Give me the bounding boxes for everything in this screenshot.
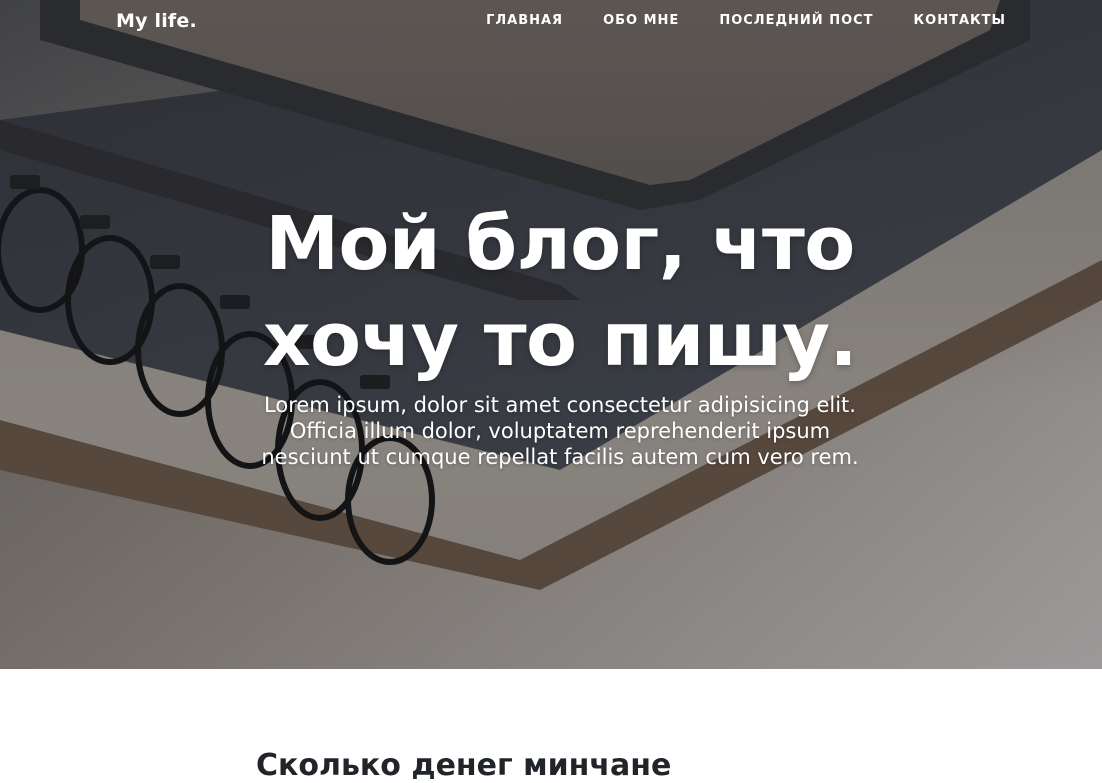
hero-subtitle-line-3: nesciunt ut cumque repellat facilis aute… [261,445,859,469]
top-navbar: My life. ГЛАВНАЯ ОБО МНЕ ПОСЛЕДНИЙ ПОСТ … [0,0,1102,44]
hero-title-line-1: Мой блог, что [265,201,855,287]
nav-link-latest-post[interactable]: ПОСЛЕДНИЙ ПОСТ [719,13,873,28]
hero-subtitle-line-1: Lorem ipsum, dolor sit amet consectetur … [264,393,856,417]
brand-logo-link[interactable]: My life. [116,10,197,32]
nav-link-contacts[interactable]: КОНТАКТЫ [914,13,1006,28]
hero-section: My life. ГЛАВНАЯ ОБО МНЕ ПОСЛЕДНИЙ ПОСТ … [0,0,1102,669]
hero-subtitle-line-2: Officia illum dolor, voluptatem reprehen… [289,419,831,443]
nav-link-home[interactable]: ГЛАВНАЯ [486,13,563,28]
hero-title: Мой блог, что хочу то пишу. [230,196,890,388]
nav-link-about[interactable]: ОБО МНЕ [603,13,679,28]
hero-title-line-2: хочу то пишу. [262,297,858,383]
hero-content: Мой блог, что хочу то пишу. Lorem ipsum,… [230,196,890,470]
nav-menu: ГЛАВНАЯ ОБО МНЕ ПОСЛЕДНИЙ ПОСТ КОНТАКТЫ [486,13,1006,28]
hero-subtitle: Lorem ipsum, dolor sit amet consectetur … [230,392,890,470]
